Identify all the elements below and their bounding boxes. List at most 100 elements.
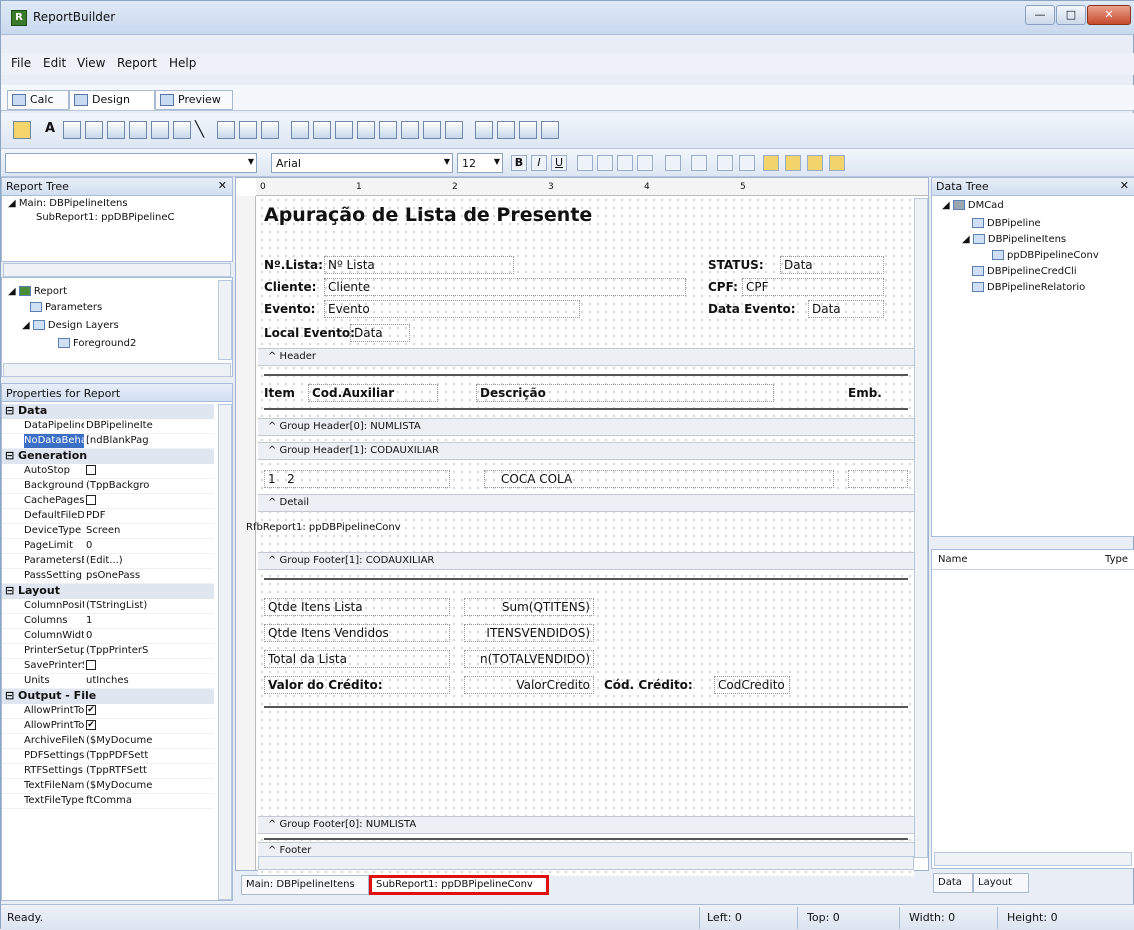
label-valor-credito[interactable]: Valor do Crédito: [264,676,450,694]
select-icon[interactable] [13,121,31,139]
band-group-footer-0[interactable]: ^ Group Footer[0]: NUMLISTA [258,816,914,834]
tree-item-design-layers[interactable]: ◢ Design Layers [22,320,119,331]
property-row[interactable]: TextFileType ftComma [2,794,214,809]
field-cod-credito[interactable]: CodCredito [714,676,790,694]
field-cliente[interactable]: Cliente [324,278,686,296]
column-item[interactable]: Item [264,386,295,400]
tree-item-subreport[interactable]: SubReport1: ppDBPipelineC [36,212,174,223]
property-value[interactable]: 0 [86,539,212,553]
field-status[interactable]: Data [780,256,884,274]
data-tree-pipeline-conv[interactable]: ppDBPipelineConv [992,250,1099,261]
crosstab-icon[interactable] [497,121,515,139]
report-tree-scrollbar[interactable] [3,263,231,277]
align-objects-icon[interactable] [807,155,823,171]
column-cod-auxiliar[interactable]: Cod.Auxiliar [308,384,438,402]
menu-edit[interactable]: Edit [43,56,66,70]
label-icon[interactable]: A [41,121,59,139]
checkbox[interactable]: ✔ [86,720,96,730]
property-value[interactable] [86,494,212,508]
column-emb[interactable]: Emb. [848,386,882,400]
property-value[interactable]: ✔ [86,704,212,718]
property-category[interactable]: ⊟ Data [2,404,214,419]
tree-item-foreground[interactable]: Foreground2 [58,338,136,349]
column-descricao[interactable]: Descrição [476,384,774,402]
justify-icon[interactable] [637,155,653,171]
column-type-header[interactable]: Type [1105,554,1128,565]
property-row[interactable]: PageLimit 0 [2,539,214,554]
field-emb[interactable] [848,470,908,488]
property-row[interactable]: ColumnPositio(TStringList) [2,599,214,614]
tab-data[interactable]: Data [933,873,973,893]
property-row[interactable]: CachePages [2,494,214,509]
label-cpf[interactable]: CPF: [708,280,738,294]
data-tree-pipeline-itens[interactable]: ◢ DBPipelineItens [962,234,1066,245]
size-objects-icon[interactable] [829,155,845,171]
border-icon[interactable] [739,155,755,171]
align-center-icon[interactable] [597,155,613,171]
field-cpf[interactable]: CPF [742,278,884,296]
property-row[interactable]: NoDataBehav[ndBlankPag [2,434,214,449]
menu-report[interactable]: Report [117,56,157,70]
dbcalc-icon[interactable] [357,121,375,139]
band-detail[interactable]: ^ Detail [258,494,914,512]
property-value[interactable]: (Edit...) [86,554,212,568]
field-data-evento[interactable]: Data [808,300,884,318]
field-item-cod[interactable]: 1 2 [264,470,450,488]
checkbox[interactable] [86,465,96,475]
pagebreak-icon[interactable] [519,121,537,139]
property-row[interactable]: AllowPrintToFi✔ [2,719,214,734]
subreport-icon[interactable] [475,121,493,139]
anchor-icon[interactable] [717,155,733,171]
label-qtde-itens[interactable]: Qtde Itens Lista [264,598,450,616]
region-icon[interactable] [261,121,279,139]
align-left-icon[interactable] [577,155,593,171]
band-group-header-0[interactable]: ^ Group Header[0]: NUMLISTA [258,418,914,436]
field-total-lista[interactable]: n(TOTALVENDIDO) [464,650,594,668]
band-header[interactable]: ^ Header [258,348,914,366]
report-title[interactable]: Apuração de Lista de Presente [264,204,592,226]
tree-item-main[interactable]: ◢ Main: DBPipelineItens [8,198,128,209]
property-value[interactable]: (TppPDFSett [86,749,212,763]
chart-icon[interactable] [173,121,191,139]
bring-front-icon[interactable] [763,155,779,171]
data-tree-pipeline-relatorio[interactable]: DBPipelineRelatorio [972,282,1085,293]
data-tree-pipeline-credcli[interactable]: DBPipelineCredCli [972,266,1077,277]
calc-component-icon[interactable] [107,121,125,139]
tab-calc[interactable]: Calc [7,90,69,110]
property-row[interactable]: Units utInches [2,674,214,689]
close-icon[interactable]: ✕ [1120,179,1129,192]
property-value[interactable]: (TStringList) [86,599,212,613]
tab-subreport[interactable]: SubReport1: ppDBPipelineConv [369,875,549,895]
memo-icon[interactable] [63,121,81,139]
property-row[interactable]: DataPipeline DBPipelineIte [2,419,214,434]
property-row[interactable]: TextFileName ($MyDocume [2,779,214,794]
tab-main-report[interactable]: Main: DBPipelineItens [241,875,369,895]
field-evento[interactable]: Evento [324,300,580,318]
menu-file[interactable]: File [11,56,31,70]
table-icon[interactable] [239,121,257,139]
checkbox[interactable]: ✔ [86,705,96,715]
field-list-scrollbar[interactable] [934,852,1132,866]
property-value[interactable]: (TppBackgro [86,479,212,493]
dbimage-icon[interactable] [379,121,397,139]
property-value[interactable]: PDF [86,509,212,523]
dbbarcode-icon[interactable] [401,121,419,139]
underline-icon[interactable]: U [551,155,567,171]
designer-hscrollbar[interactable] [258,856,914,870]
band-group-footer-1[interactable]: ^ Group Footer[1]: CODAUXILIAR [258,552,914,570]
designer-vscrollbar[interactable] [914,198,928,858]
property-row[interactable]: PDFSettings (TppPDFSett [2,749,214,764]
property-row[interactable]: ArchiveFileNa($MyDocume [2,734,214,749]
label-evento[interactable]: Evento: [264,302,315,316]
column-name-header[interactable]: Name [938,554,968,565]
field-qtde-itens[interactable]: Sum(QTITENS) [464,598,594,616]
field-local-evento[interactable]: Data [350,324,410,342]
property-value[interactable] [86,659,212,673]
label-qtde-vendidos[interactable]: Qtde Itens Vendidos [264,624,450,642]
italic-icon[interactable]: I [531,155,547,171]
label-total-lista[interactable]: Total da Lista [264,650,450,668]
property-category[interactable]: ⊟ Layout [2,584,214,599]
tab-layout[interactable]: Layout [973,873,1029,893]
dbrichtext-icon[interactable] [335,121,353,139]
tab-design[interactable]: Design [69,90,155,110]
